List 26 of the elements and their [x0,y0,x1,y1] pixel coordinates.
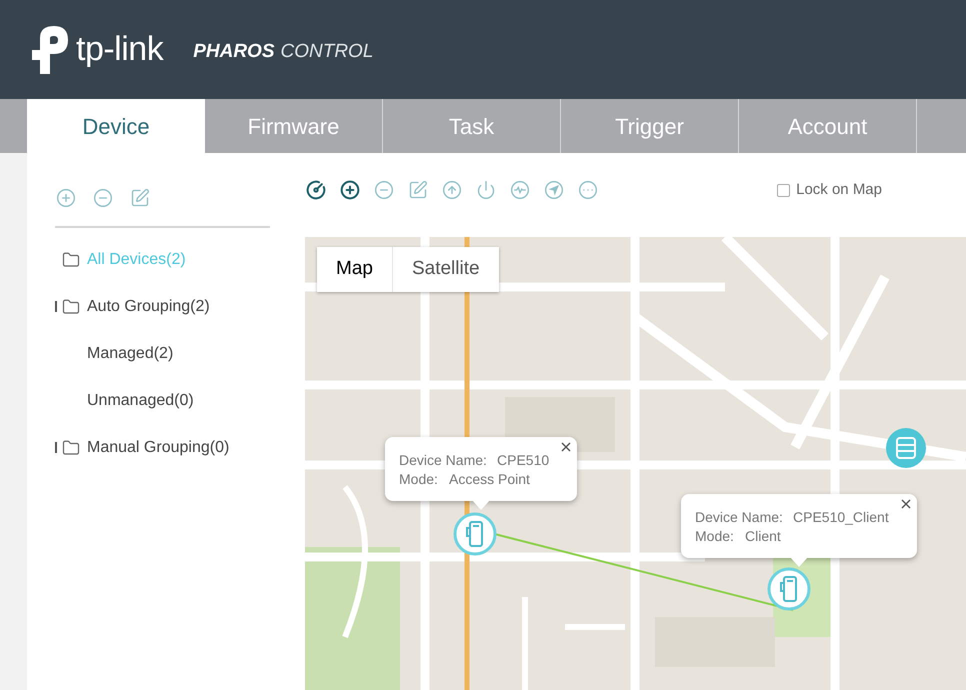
popup-label: Mode: [695,527,735,546]
tree-item[interactable]: Managed(2) [87,342,174,366]
product-name: PHAROS [193,40,274,64]
tree-item[interactable]: Manual Grouping(0) [87,436,230,460]
popup-label: Device Name: [695,508,784,527]
logo-icon [30,24,70,76]
tree-item[interactable]: Auto Grouping(2) [87,294,210,318]
lock-checkbox[interactable] [777,184,790,196]
map-view-button[interactable]: Satellite [392,247,499,292]
popup-label: Device Name: [399,451,488,470]
add-icon[interactable] [339,179,361,201]
device-mode: Client [745,527,781,546]
nav-tab[interactable]: Device [27,99,205,153]
device-name: CPE510 [497,451,550,470]
device-name: CPE510_Client [793,508,889,527]
device-mode: Access Point [449,470,530,489]
close-icon[interactable] [561,442,572,452]
gauge-icon[interactable] [305,179,327,201]
server-marker[interactable] [884,426,928,470]
map-view-button[interactable]: Map [317,247,392,292]
tree-item[interactable]: Unmanaged(0) [87,388,194,412]
brand-name: tp-link [76,29,164,70]
close-icon[interactable] [900,499,911,509]
product-name: CONTROL [280,40,374,64]
popup-label: Mode: [399,470,439,489]
checkbox-label: Lock on Map [796,180,882,200]
